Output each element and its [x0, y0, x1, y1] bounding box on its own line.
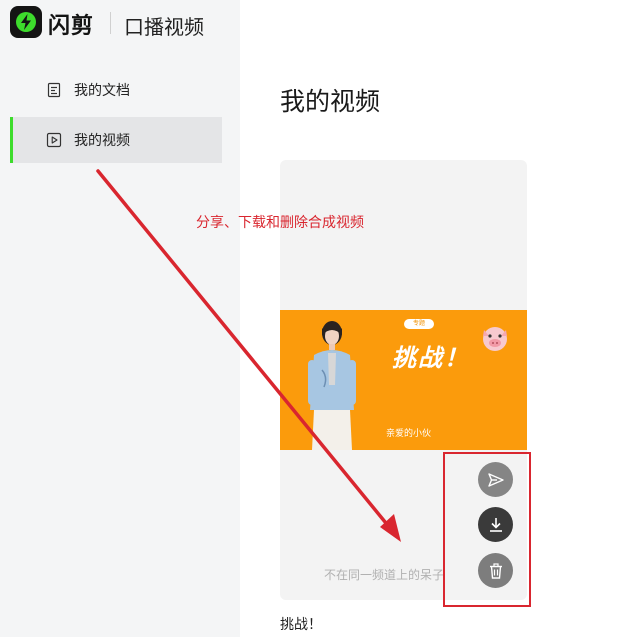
app-logo[interactable]: [10, 6, 42, 38]
page-title: 我的视频: [280, 87, 381, 116]
thumbnail-badge: 专题: [404, 319, 434, 329]
document-icon: [47, 82, 61, 98]
presenter-figure: [308, 321, 356, 450]
thumbnail-headline: 挑战！: [392, 344, 470, 372]
sidebar-item-label: 我的文档: [74, 83, 130, 99]
active-indicator: [10, 117, 13, 163]
sidebar-item-my-videos[interactable]: 我的视频: [10, 117, 222, 163]
video-play-icon: [46, 132, 62, 148]
video-caption: 不在同一频道上的呆子: [324, 568, 445, 582]
sidebar-item-my-documents[interactable]: 我的文档: [10, 67, 222, 113]
annotation-text: 分享、下载和删除合成视频: [196, 215, 364, 231]
lightning-bolt-icon: [21, 14, 31, 30]
pig-face-icon: [483, 327, 507, 351]
sidebar-item-label: 我的视频: [74, 133, 130, 149]
app-title: 口播视频: [124, 15, 204, 39]
top-bar: 闪剪 口播视频: [0, 0, 640, 46]
annotation-highlight-box: [443, 452, 531, 607]
video-name[interactable]: 挑战！: [280, 614, 322, 634]
thumbnail-subtitle: 亲爱的小伙: [386, 429, 432, 439]
brand-name: 闪剪: [48, 14, 95, 39]
brand-divider: [110, 12, 111, 34]
video-thumbnail[interactable]: 专题 挑战！ 亲爱的小伙: [280, 310, 527, 450]
